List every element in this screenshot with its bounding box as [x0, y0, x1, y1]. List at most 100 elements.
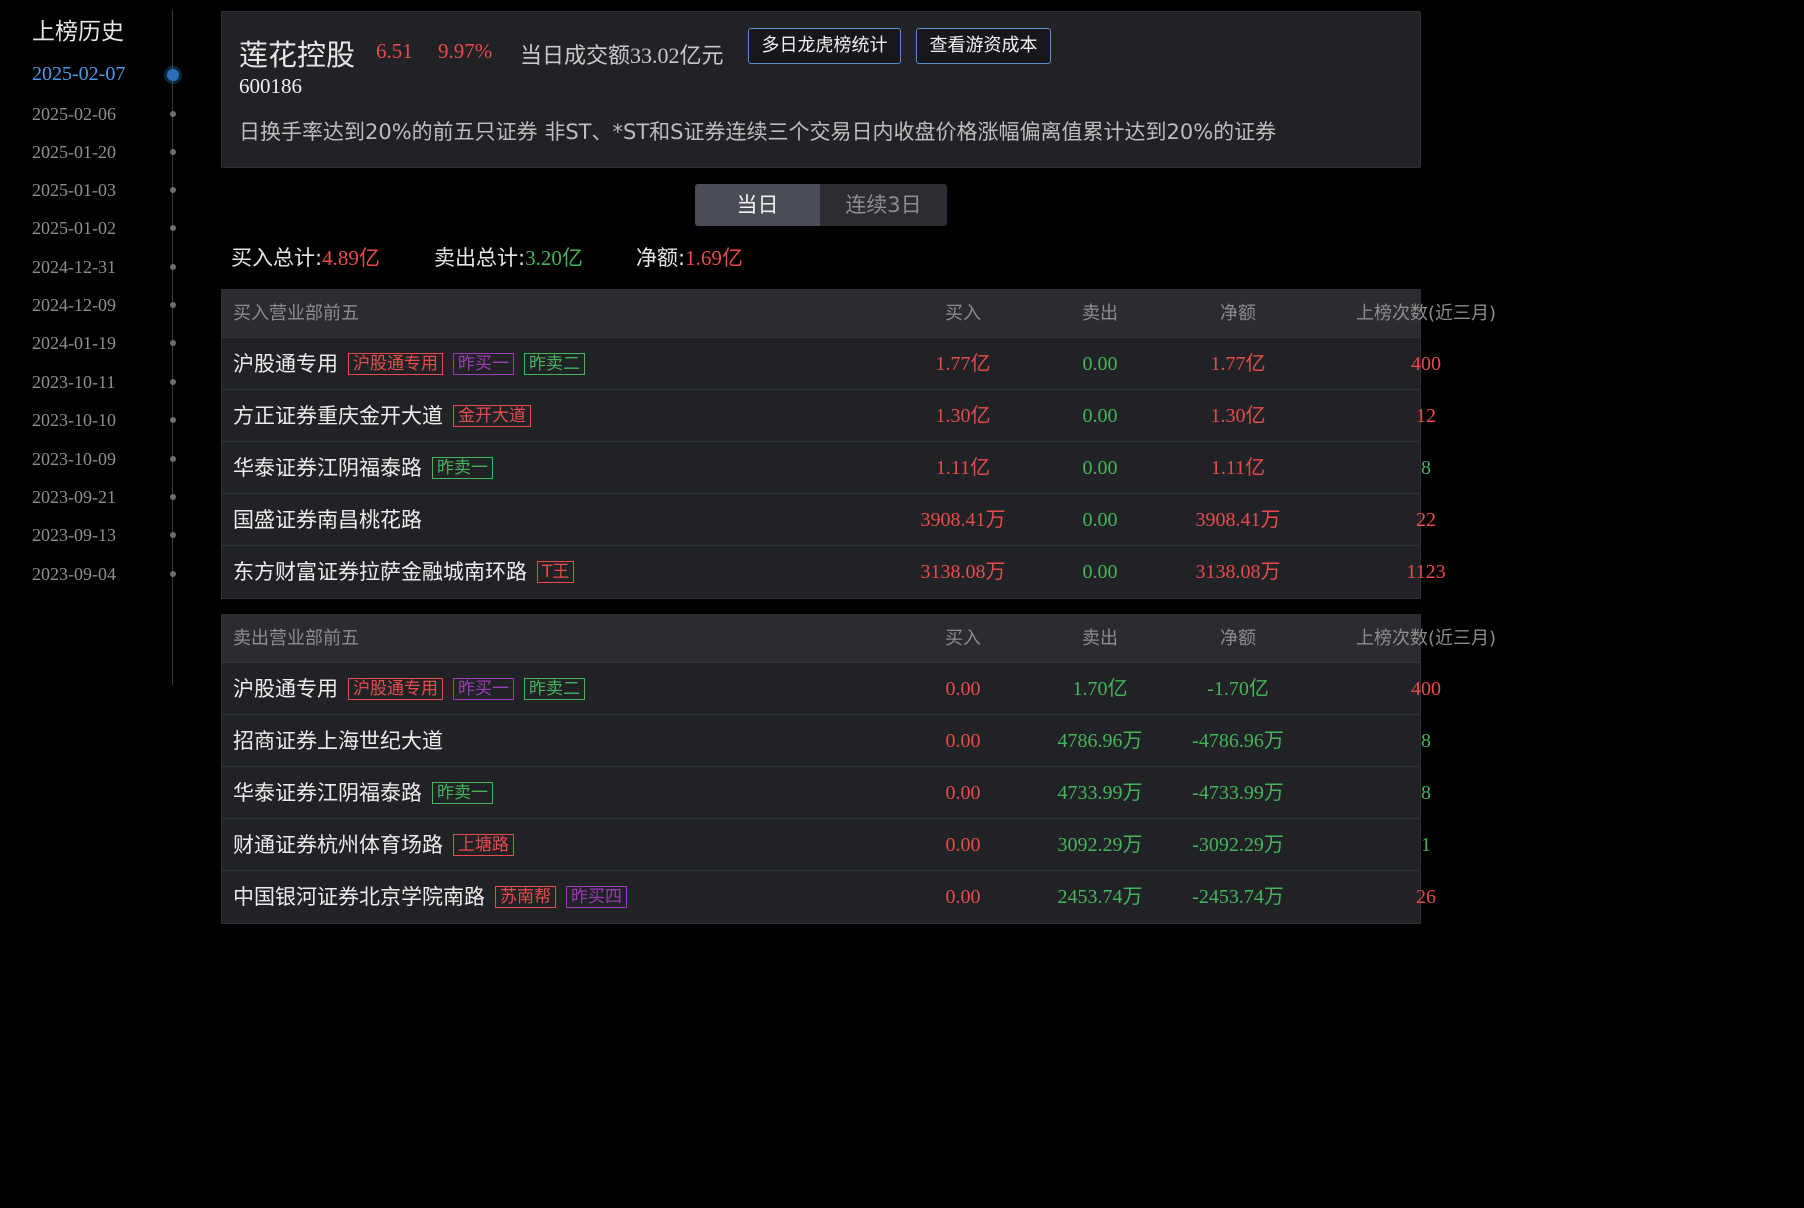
branch-name[interactable]: 华泰证券江阴福泰路 — [233, 442, 422, 494]
branch-name[interactable]: 沪股通专用 — [233, 663, 338, 715]
history-date-item[interactable]: 2025-01-03 — [32, 180, 116, 201]
turnover-text: 当日成交额33.02亿元 — [520, 43, 724, 68]
history-date-item[interactable]: 2024-12-31 — [32, 257, 116, 278]
branch-name[interactable]: 财通证券杭州体育场路 — [233, 819, 443, 871]
history-date-item[interactable]: 2023-10-11 — [32, 372, 115, 393]
trader-tag[interactable]: 昨卖二 — [524, 678, 585, 700]
table-row[interactable]: 方正证券重庆金开大道 金开大道 1.30亿 0.00 1.30亿 12 — [222, 390, 1436, 442]
timeline-dot — [170, 187, 176, 193]
multi-day-stats-button[interactable]: 多日龙虎榜统计 — [748, 28, 901, 64]
table-header: 卖出营业部前五 买入 卖出 净额 上榜次数(近三月) — [222, 615, 1496, 663]
trader-tag[interactable]: 昨卖一 — [432, 457, 493, 479]
branch-name[interactable]: 东方财富证券拉萨金融城南环路 — [233, 546, 527, 598]
table-row[interactable]: 国盛证券南昌桃花路 3908.41万 0.00 3908.41万 22 — [222, 494, 1436, 546]
trader-tag[interactable]: T王 — [537, 561, 575, 583]
trader-tag[interactable]: 昨买四 — [566, 886, 627, 908]
history-date-item[interactable]: 2023-10-09 — [32, 449, 116, 470]
history-date-item[interactable]: 2023-09-04 — [32, 564, 116, 585]
timeline-dot-active — [167, 69, 179, 81]
trader-tag[interactable]: 上塘路 — [453, 834, 514, 856]
branch-name[interactable]: 方正证券重庆金开大道 — [233, 390, 443, 442]
view-cost-button[interactable]: 查看游资成本 — [916, 28, 1051, 64]
column-header: 买入营业部前五 — [233, 303, 359, 324]
net-amount: -4733.99万 — [1192, 782, 1284, 804]
listing-count: 8 — [1421, 782, 1431, 804]
timeline-dot — [170, 571, 176, 577]
timeline-dot — [170, 149, 176, 155]
table-row[interactable]: 东方财富证券拉萨金融城南环路 T王 3138.08万 0.00 3138.08万 1123 — [222, 546, 1446, 598]
listing-count: 1 — [1421, 834, 1431, 856]
history-date-item[interactable]: 2025-01-02 — [32, 218, 116, 239]
branch-name-cell: 国盛证券南昌桃花路 — [233, 494, 422, 546]
stock-header-card: 莲花控股 6.51 9.97% 当日成交额33.02亿元 多日龙虎榜统计 查看游… — [221, 11, 1421, 168]
net-total-label: 净额: — [636, 246, 686, 270]
trader-tag[interactable]: 沪股通专用 — [348, 353, 443, 375]
buy-branches-table: 买入营业部前五 买入 卖出 净额 上榜次数(近三月) 沪股通专用 沪股通专用 昨买一 昨卖二 1.… — [221, 289, 1496, 599]
branch-name-cell: 中国银河证券北京学院南路 苏南帮 昨买四 — [233, 871, 627, 923]
history-date-item[interactable]: 2025-02-06 — [32, 104, 116, 125]
history-date-item[interactable]: 2025-02-07 — [32, 63, 125, 86]
column-header: 净额 — [1220, 628, 1256, 649]
table-row[interactable]: 沪股通专用 沪股通专用 昨买一 昨卖二 0.00 1.70亿 -1.70亿 400 — [222, 663, 1441, 715]
trader-tag[interactable]: 沪股通专用 — [348, 678, 443, 700]
listing-count: 12 — [1416, 405, 1436, 427]
net-amount: -1.70亿 — [1207, 678, 1269, 700]
net-amount: -2453.74万 — [1192, 886, 1284, 908]
history-date-item[interactable]: 2024-12-09 — [32, 295, 116, 316]
tab-today[interactable]: 当日 — [695, 184, 820, 226]
table-row[interactable]: 沪股通专用 沪股通专用 昨买一 昨卖二 1.77亿 0.00 1.77亿 400 — [222, 338, 1441, 390]
branch-name[interactable]: 华泰证券江阴福泰路 — [233, 767, 422, 819]
table-row[interactable]: 华泰证券江阴福泰路 昨卖一 1.11亿 0.00 1.11亿 8 — [222, 442, 1431, 494]
listing-count: 400 — [1411, 353, 1441, 375]
table-row[interactable]: 华泰证券江阴福泰路 昨卖一 0.00 4733.99万 -4733.99万 8 — [222, 767, 1431, 819]
branch-name-cell: 招商证券上海世纪大道 — [233, 715, 443, 767]
sell-total-value: 3.20亿 — [525, 246, 583, 270]
history-date-item[interactable]: 2023-10-10 — [32, 410, 116, 431]
timeline-dot — [170, 456, 176, 462]
listing-count: 22 — [1416, 509, 1436, 531]
net-amount: 3908.41万 — [1195, 509, 1281, 531]
sell-total: 卖出总计:3.20亿 — [434, 242, 583, 272]
stock-price: 6.51 — [376, 39, 413, 63]
trader-tag[interactable]: 昨卖一 — [432, 782, 493, 804]
column-header: 净额 — [1220, 303, 1256, 324]
table-row[interactable]: 中国银河证券北京学院南路 苏南帮 昨买四 0.00 2453.74万 -2453.74万 2… — [222, 871, 1436, 923]
trader-tag[interactable]: 昨买一 — [453, 678, 514, 700]
trader-tag[interactable]: 金开大道 — [453, 405, 531, 427]
branch-name-cell: 财通证券杭州体育场路 上塘路 — [233, 819, 514, 871]
branch-name-cell: 沪股通专用 沪股通专用 昨买一 昨卖二 — [233, 663, 585, 715]
listing-count: 8 — [1421, 730, 1431, 752]
trader-tag[interactable]: 苏南帮 — [495, 886, 556, 908]
trader-tag[interactable]: 昨卖二 — [524, 353, 585, 375]
column-header: 上榜次数(近三月) — [1355, 628, 1497, 649]
net-amount: 3138.08万 — [1195, 561, 1281, 583]
net-amount: -4786.96万 — [1192, 730, 1284, 752]
net-total: 净额:1.69亿 — [636, 242, 743, 272]
period-tabs: 当日 连续3日 — [695, 184, 947, 226]
net-amount: 1.11亿 — [1210, 457, 1266, 479]
timeline-dot — [170, 264, 176, 270]
table-header: 买入营业部前五 买入 卖出 净额 上榜次数(近三月) — [222, 290, 1496, 338]
column-header: 卖出营业部前五 — [233, 628, 359, 649]
history-date-item[interactable]: 2023-09-13 — [32, 525, 116, 546]
branch-name[interactable]: 中国银河证券北京学院南路 — [233, 871, 485, 923]
history-date-item[interactable]: 2024-01-19 — [32, 333, 116, 354]
trader-tag[interactable]: 昨买一 — [453, 353, 514, 375]
sidebar-title: 上榜历史 — [32, 19, 124, 45]
timeline-dot — [170, 340, 176, 346]
timeline-dot — [170, 379, 176, 385]
timeline-dot — [170, 111, 176, 117]
branch-name[interactable]: 沪股通专用 — [233, 338, 338, 390]
net-amount: 1.77亿 — [1210, 353, 1266, 375]
branch-name[interactable]: 招商证券上海世纪大道 — [233, 715, 443, 767]
table-row[interactable]: 财通证券杭州体育场路 上塘路 0.00 3092.29万 -3092.29万 1 — [222, 819, 1431, 871]
table-row[interactable]: 招商证券上海世纪大道 0.00 4786.96万 -4786.96万 8 — [222, 715, 1431, 767]
history-sidebar: 上榜历史 2025-02-07 2025-02-06 2025-01-20 2025-… — [0, 0, 190, 700]
branch-name-cell: 方正证券重庆金开大道 金开大道 — [233, 390, 531, 442]
history-date-item[interactable]: 2025-01-20 — [32, 142, 116, 163]
history-date-item[interactable]: 2023-09-21 — [32, 487, 116, 508]
tab-3-days[interactable]: 连续3日 — [820, 184, 947, 226]
branch-name[interactable]: 国盛证券南昌桃花路 — [233, 494, 422, 546]
timeline-dot — [170, 302, 176, 308]
buy-total: 买入总计:4.89亿 — [231, 242, 380, 272]
